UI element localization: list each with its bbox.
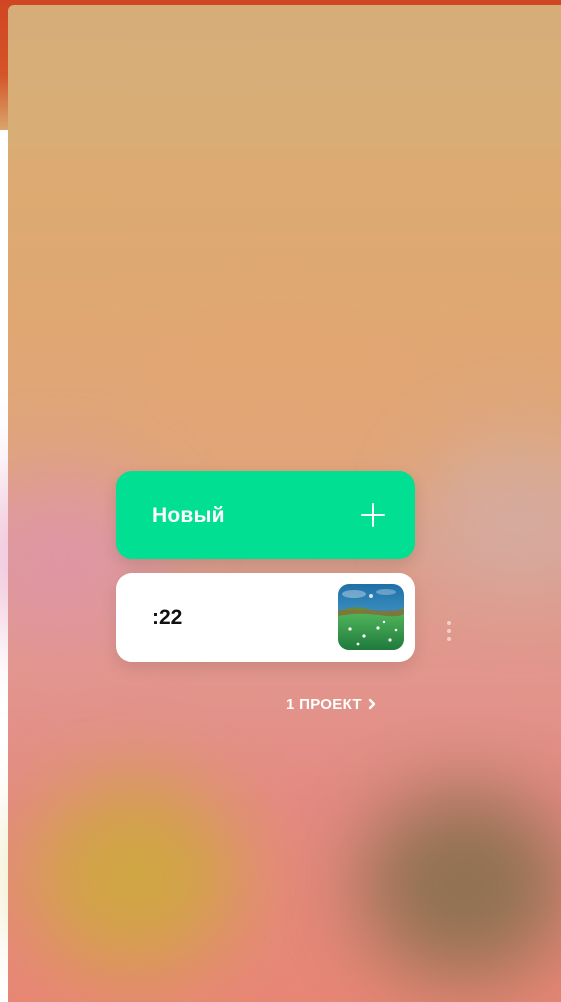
new-project-label: Новый: [152, 504, 225, 527]
all-projects-link[interactable]: 1 ПРОЕКТ: [286, 694, 378, 714]
grass-landscape-thumbnail: [338, 584, 404, 650]
project-thumbnail: [338, 584, 404, 650]
new-project-button[interactable]: Новый: [116, 471, 415, 559]
more-vertical-icon[interactable]: [445, 621, 453, 643]
project-panel: Новый :22 1 ПРОЕКТ: [0, 0, 561, 1002]
chevron-right-icon: [368, 698, 376, 710]
projects-count-label: 1 ПРОЕКТ: [286, 695, 362, 713]
app-screen: Новый :22 1 ПРОЕКТ: [0, 0, 561, 1002]
plus-icon: [361, 503, 385, 527]
project-name: :22: [152, 606, 183, 629]
recent-project-card[interactable]: :22: [116, 573, 415, 662]
